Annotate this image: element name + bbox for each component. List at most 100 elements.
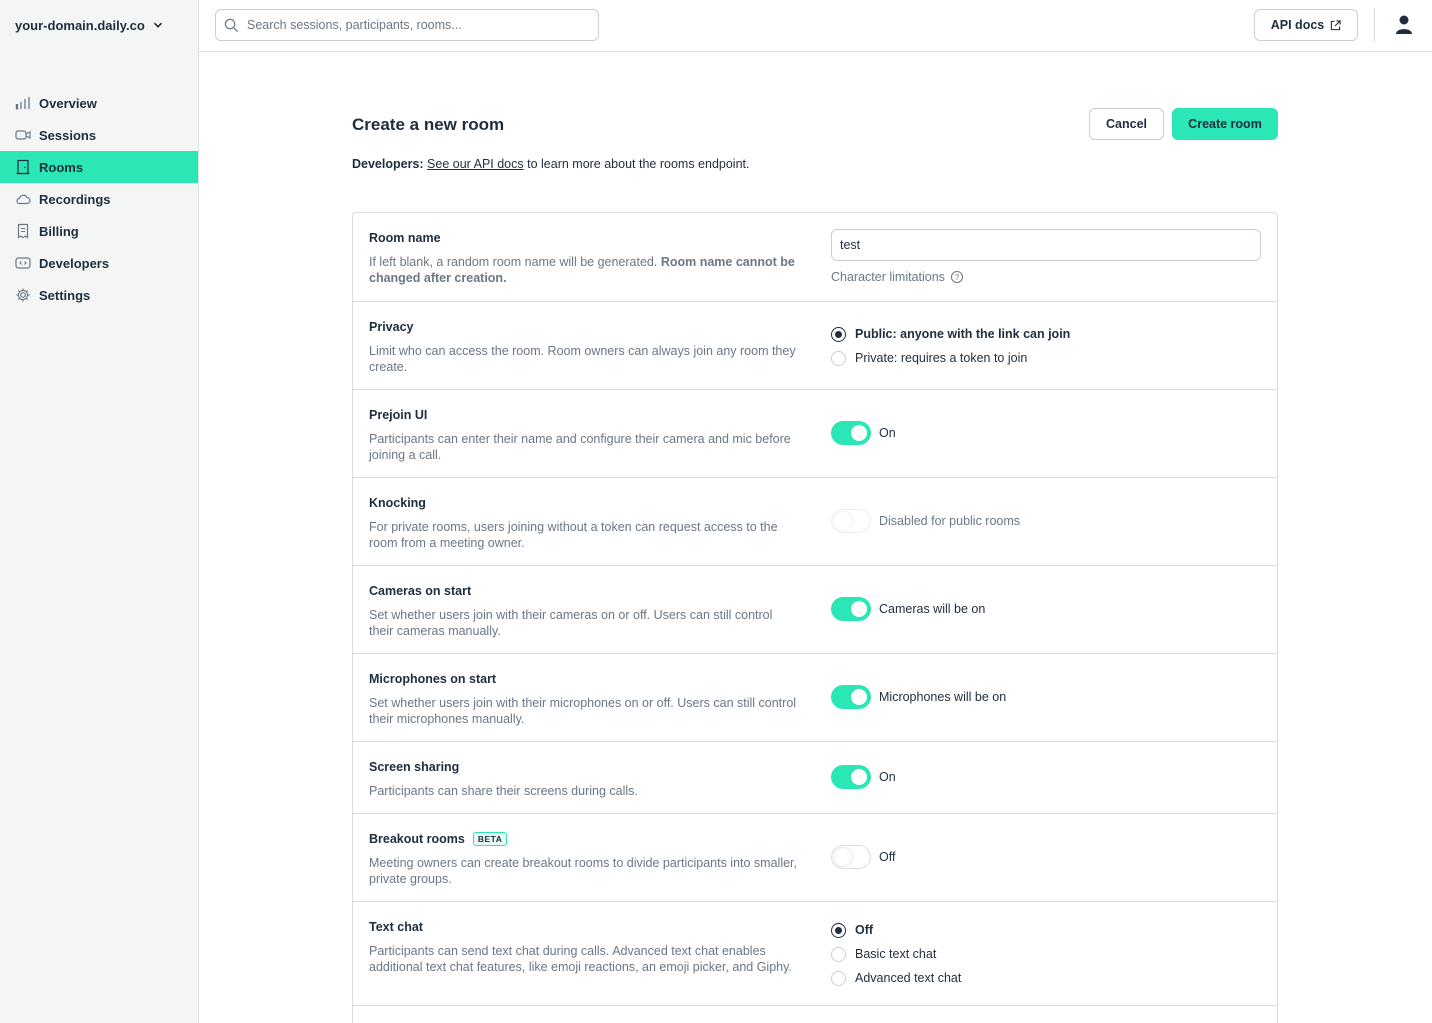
radio-label: Advanced text chat — [855, 971, 962, 985]
door-icon — [15, 159, 31, 175]
prejoin-toggle[interactable] — [831, 421, 871, 445]
developers-note: Developers: See our API docs to learn mo… — [352, 157, 749, 171]
screen-sharing-desc: Participants can share their screens dur… — [369, 784, 638, 798]
prejoin-desc: Participants can enter their name and co… — [369, 432, 791, 462]
text-chat-row: Text chat Participants can send text cha… — [353, 902, 1277, 1006]
beta-badge: BETA — [472, 832, 508, 846]
sidebar-nav: Overview Sessions Rooms Recordings Billi… — [0, 87, 198, 311]
developers-prefix: Developers: — [352, 157, 424, 171]
code-icon — [15, 255, 31, 271]
screen-sharing-state: On — [879, 770, 896, 784]
cloud-icon — [15, 191, 31, 207]
domain-switcher[interactable]: your-domain.daily.co — [15, 16, 163, 34]
cameras-desc: Set whether users join with their camera… — [369, 608, 773, 638]
gear-icon — [15, 287, 31, 303]
breakout-rooms-state: Off — [879, 850, 896, 864]
sidebar-item-settings[interactable]: Settings — [0, 279, 198, 311]
room-name-row: Room name If left blank, a random room n… — [353, 213, 1277, 302]
top-bar: API docs — [199, 0, 1432, 52]
breakout-rooms-desc: Meeting owners can create breakout rooms… — [369, 856, 797, 886]
text-chat-off-radio[interactable]: Off — [831, 918, 961, 942]
sidebar-item-label: Recordings — [39, 191, 111, 207]
sidebar-item-label: Settings — [39, 287, 91, 303]
sidebar-item-rooms[interactable]: Rooms — [0, 151, 198, 183]
privacy-private-radio[interactable]: Private: requires a token to join — [831, 346, 1070, 370]
radio-label: Off — [855, 923, 874, 937]
text-chat-desc: Participants can send text chat during c… — [369, 944, 792, 974]
cameras-toggle[interactable] — [831, 597, 871, 621]
chevron-down-icon — [153, 22, 162, 28]
api-docs-link[interactable]: See our API docs — [427, 157, 524, 171]
api-docs-label: API docs — [1270, 18, 1325, 32]
room-name-label: Room name — [369, 231, 441, 245]
developers-suffix: to learn more about the rooms endpoint. — [523, 157, 750, 171]
radio-dot — [831, 922, 846, 938]
search-input[interactable] — [247, 18, 587, 32]
cameras-toggle-group: Cameras will be on — [831, 597, 985, 621]
text-chat-radio-group: Off Basic text chat Advanced text chat — [831, 918, 961, 990]
cancel-button[interactable]: Cancel — [1089, 108, 1164, 140]
screen-sharing-toggle[interactable] — [831, 765, 871, 789]
microphones-state: Microphones will be on — [879, 690, 1007, 704]
bar-chart-icon — [15, 95, 31, 111]
room-name-desc: If left blank, a random room name will b… — [369, 255, 795, 285]
prejoin-state: On — [879, 426, 896, 440]
breakout-rooms-toggle[interactable] — [831, 845, 871, 869]
sidebar-item-recordings[interactable]: Recordings — [0, 183, 198, 215]
question-icon: ? — [950, 271, 963, 283]
topbar-divider — [1374, 8, 1375, 42]
prejoin-row: Prejoin UI Participants can enter their … — [353, 390, 1277, 478]
main-content: Create a new room Cancel Create room Dev… — [199, 53, 1432, 1023]
screen-sharing-row: Screen sharing Participants can share th… — [353, 742, 1277, 814]
sidebar-item-label: Rooms — [39, 159, 84, 175]
radio-label: Private: requires a token to join — [855, 351, 1028, 365]
privacy-desc: Limit who can access the room. Room owne… — [369, 344, 796, 374]
prejoin-label: Prejoin UI — [369, 408, 428, 422]
sidebar-item-billing[interactable]: Billing — [0, 215, 198, 247]
knocking-toggle-group: Disabled for public rooms — [831, 509, 1020, 533]
api-docs-button[interactable]: API docs — [1254, 9, 1358, 41]
radio-dot — [831, 350, 846, 366]
sidebar-item-sessions[interactable]: Sessions — [0, 119, 198, 151]
search-box[interactable] — [215, 9, 599, 41]
character-limitations-label: Character limitations — [831, 270, 945, 284]
sidebar-item-label: Overview — [39, 95, 97, 111]
sidebar-item-label: Sessions — [39, 127, 97, 143]
cameras-label: Cameras on start — [369, 584, 472, 598]
breakout-toggle-group: Off — [831, 845, 895, 869]
domain-name: your-domain.daily.co — [15, 17, 145, 33]
text-chat-label: Text chat — [369, 920, 423, 934]
user-avatar-icon[interactable] — [1394, 14, 1414, 36]
knocking-desc: For private rooms, users joining without… — [369, 520, 778, 550]
text-chat-basic-radio[interactable]: Basic text chat — [831, 942, 961, 966]
screen-sharing-label: Screen sharing — [369, 760, 460, 774]
sidebar-item-developers[interactable]: Developers — [0, 247, 198, 279]
room-name-input[interactable] — [831, 229, 1261, 261]
privacy-public-radio[interactable]: Public: anyone with the link can join — [831, 322, 1070, 346]
sidebar: your-domain.daily.co Overview Sessions R… — [0, 0, 199, 1023]
room-settings-card: Room name If left blank, a random room n… — [352, 212, 1278, 1023]
privacy-row: Privacy Limit who can access the room. R… — [353, 302, 1277, 390]
prejoin-toggle-group: On — [831, 421, 896, 445]
external-link-icon — [1331, 19, 1341, 30]
microphones-toggle-group: Microphones will be on — [831, 685, 1006, 709]
breakout-rooms-label-group: Breakout rooms BETA — [369, 832, 508, 846]
text-chat-advanced-radio[interactable]: Advanced text chat — [831, 966, 961, 990]
breakout-rooms-label: Breakout rooms — [369, 832, 465, 846]
microphones-toggle[interactable] — [831, 685, 871, 709]
radio-label: Public: anyone with the link can join — [855, 327, 1071, 341]
screen-sharing-toggle-group: On — [831, 765, 896, 789]
radio-dot — [831, 946, 846, 962]
microphones-desc: Set whether users join with their microp… — [369, 696, 797, 726]
search-icon — [224, 18, 239, 32]
microphones-label: Microphones on start — [369, 672, 497, 686]
sidebar-item-overview[interactable]: Overview — [0, 87, 198, 119]
character-limitations-link[interactable]: Character limitations ? — [831, 270, 963, 284]
radio-dot — [831, 326, 846, 342]
sidebar-item-label: Developers — [39, 255, 110, 271]
breakout-rooms-row: Breakout rooms BETA Meeting owners can c… — [353, 814, 1277, 902]
privacy-label: Privacy — [369, 320, 414, 334]
create-room-button[interactable]: Create room — [1172, 108, 1278, 140]
knocking-label: Knocking — [369, 496, 426, 510]
knocking-toggle[interactable] — [831, 509, 871, 533]
